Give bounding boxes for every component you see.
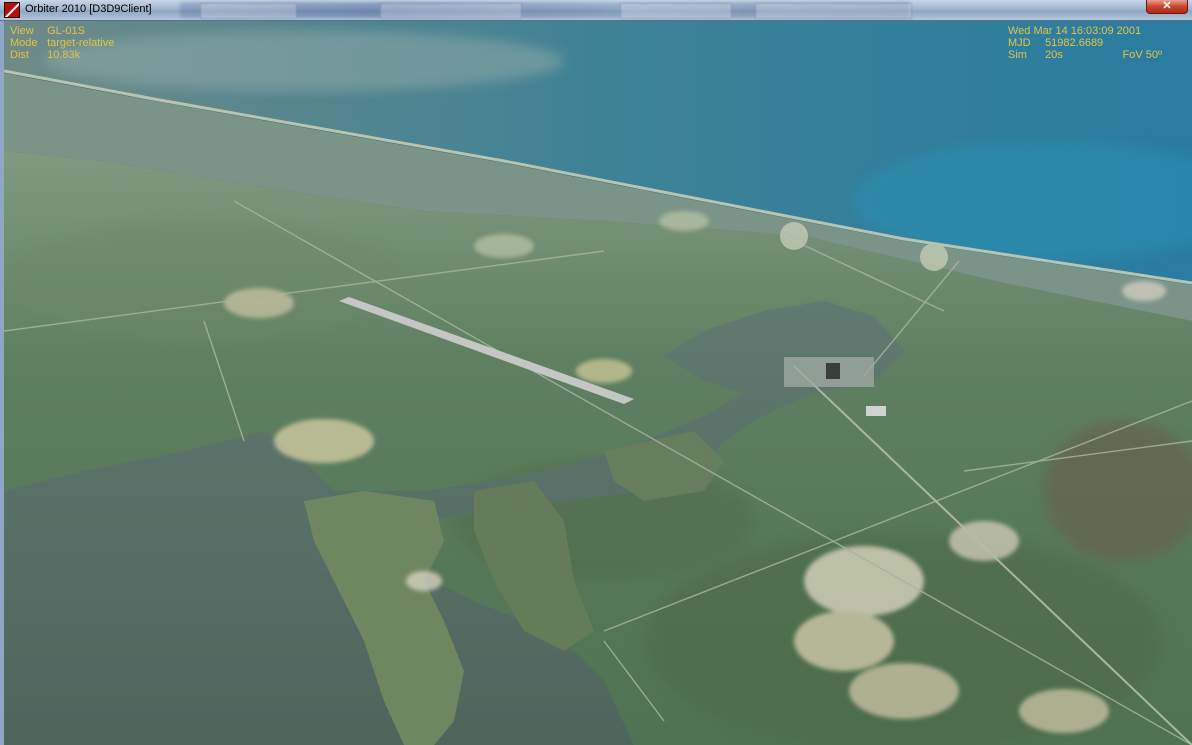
orbiter-window: Orbiter 2010 [D3D9Client] ✕ View GL-01S … <box>0 0 1192 745</box>
hud-sim-label: Sim <box>1008 49 1027 61</box>
hud-mode-value: target-relative <box>47 37 115 49</box>
hud-fov-value: 50º <box>1145 49 1162 61</box>
hud-mjd-value: 51982.6689 <box>1045 37 1104 49</box>
hud-view-label: View <box>10 25 34 37</box>
background-window-tab <box>620 3 732 19</box>
simulation-viewport[interactable]: View GL-01S Mode target-relative Dist 10… <box>4 21 1192 745</box>
hud-mjd-row: MJD 51982.6689 <box>1008 37 1162 49</box>
hud-camera-info: View GL-01S Mode target-relative Dist 10… <box>10 25 114 61</box>
background-window-tab <box>200 3 297 19</box>
hud-dist-row: Dist 10.83k <box>10 49 114 61</box>
background-window-tab <box>380 3 522 19</box>
window-title: Orbiter 2010 [D3D9Client] <box>25 3 152 15</box>
hud-mjd-label: MJD <box>1008 37 1031 49</box>
close-button[interactable]: ✕ <box>1146 0 1188 14</box>
hud-dist-value: 10.83k <box>47 49 81 61</box>
hud-sim-row: Sim 20s FoV 50º <box>1008 49 1162 61</box>
hud-mode-label: Mode <box>10 37 38 49</box>
title-bar[interactable]: Orbiter 2010 [D3D9Client] ✕ <box>0 0 1192 21</box>
hud-view-value: GL-01S <box>47 25 85 37</box>
hud-sim-value: 20s <box>1045 49 1063 61</box>
hud-view-row: View GL-01S <box>10 25 114 37</box>
hud-mode-row: Mode target-relative <box>10 37 114 49</box>
hud-fov: FoV 50º <box>1122 49 1162 61</box>
hud-fov-label: FoV <box>1122 49 1143 61</box>
hud-dist-label: Dist <box>10 49 29 61</box>
background-window-tab <box>755 3 912 19</box>
orbiter-app-icon[interactable] <box>4 2 20 18</box>
hud-time-info: Wed Mar 14 16:03:09 2001 MJD 51982.6689 … <box>1008 25 1162 61</box>
terrain-scene <box>4 21 1192 745</box>
hud-date: Wed Mar 14 16:03:09 2001 <box>1008 25 1142 37</box>
